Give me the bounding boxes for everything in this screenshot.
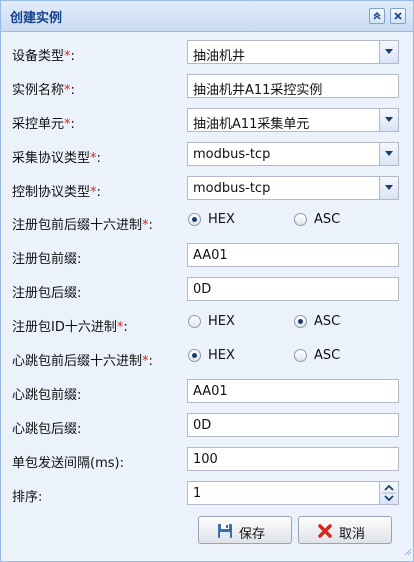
panel-title: 创建实例	[10, 11, 63, 26]
hb-suffix-row: 心跳包后缀: 0D	[1, 413, 413, 439]
save-button[interactable]: 保存	[198, 516, 292, 544]
reg-hex-row: 注册包前后缀十六进制*: HEX ASC	[12, 212, 341, 233]
acq-protocol-combo[interactable]: modbus-tcp	[187, 142, 399, 166]
instance-name-row: 实例名称*: 抽油机井A11采控实例	[1, 74, 413, 100]
hb-prefix-row: 心跳包前缀: AA01	[1, 379, 413, 405]
device-type-value: 抽油机井	[193, 49, 246, 64]
reg-suffix-input[interactable]: 0D	[187, 277, 399, 301]
cancel-button[interactable]: 取消	[298, 516, 392, 544]
instance-name-label: 实例名称	[12, 83, 65, 98]
close-icon[interactable]	[390, 8, 406, 24]
send-interval-label: 单包发送间隔(ms):	[12, 456, 124, 471]
acq-protocol-label: 采集协议类型	[12, 151, 91, 166]
sort-number-field[interactable]: 1	[187, 481, 399, 505]
chevron-down-icon[interactable]	[379, 143, 398, 165]
floppy-disk-icon	[217, 523, 233, 543]
control-unit-label: 采控单元	[12, 117, 65, 132]
instance-name-input[interactable]: 抽油机井A11采控实例	[187, 74, 399, 98]
ctrl-protocol-label: 控制协议类型	[12, 185, 91, 200]
chevron-down-icon[interactable]	[379, 41, 398, 63]
reg-suffix-row: 注册包后缀: 0D	[1, 277, 413, 303]
hb-hex-label: 心跳包前后缀十六进制	[12, 354, 143, 369]
reg-hex-label: 注册包前后缀十六进制	[12, 218, 143, 233]
control-unit-row: 采控单元*: 抽油机A11采集单元	[1, 108, 413, 134]
acq-protocol-row: 采集协议类型*: modbus-tcp	[1, 142, 413, 168]
panel-header: 创建实例	[1, 1, 413, 32]
reg-id-hex-row: 注册包ID十六进制*: HEX ASC	[12, 314, 341, 335]
device-type-label: 设备类型	[12, 49, 65, 64]
sort-row: 排序: 1	[1, 481, 413, 507]
reg-prefix-row: 注册包前缀: AA01	[1, 243, 413, 269]
send-interval-row: 单包发送间隔(ms): 100	[1, 447, 413, 473]
double-chevron-up-icon[interactable]	[369, 8, 385, 24]
device-type-combo[interactable]: 抽油机井	[187, 40, 399, 64]
chevron-down-icon[interactable]	[379, 109, 398, 131]
device-type-row: 设备类型*: 抽油机井	[1, 40, 413, 66]
hb-suffix-input[interactable]: 0D	[187, 413, 399, 437]
resize-grip-icon[interactable]	[404, 545, 412, 560]
red-x-icon	[317, 523, 333, 543]
chevron-down-icon[interactable]	[379, 177, 398, 199]
sort-label: 排序:	[12, 490, 43, 505]
send-interval-input[interactable]: 100	[187, 447, 399, 471]
hb-hex-row: 心跳包前后缀十六进制*: HEX ASC	[12, 348, 341, 369]
reg-suffix-label: 注册包后缀:	[12, 286, 82, 301]
reg-prefix-label: 注册包前缀:	[12, 252, 82, 267]
hb-prefix-label: 心跳包前缀:	[12, 388, 82, 403]
control-unit-combo[interactable]: 抽油机A11采集单元	[187, 108, 399, 132]
ctrl-protocol-combo[interactable]: modbus-tcp	[187, 176, 399, 200]
hb-prefix-input[interactable]: AA01	[187, 379, 399, 403]
reg-id-hex-label: 注册包ID十六进制	[12, 320, 117, 335]
hb-suffix-label: 心跳包后缀:	[12, 422, 82, 437]
create-instance-panel: 创建实例 设备类型*: 抽油机井 实例名称*: 抽油机井A11采控实例 采控单元…	[0, 0, 414, 562]
spinner-trigger[interactable]	[379, 482, 398, 504]
reg-prefix-input[interactable]: AA01	[187, 243, 399, 267]
ctrl-protocol-row: 控制协议类型*: modbus-tcp	[1, 176, 413, 202]
